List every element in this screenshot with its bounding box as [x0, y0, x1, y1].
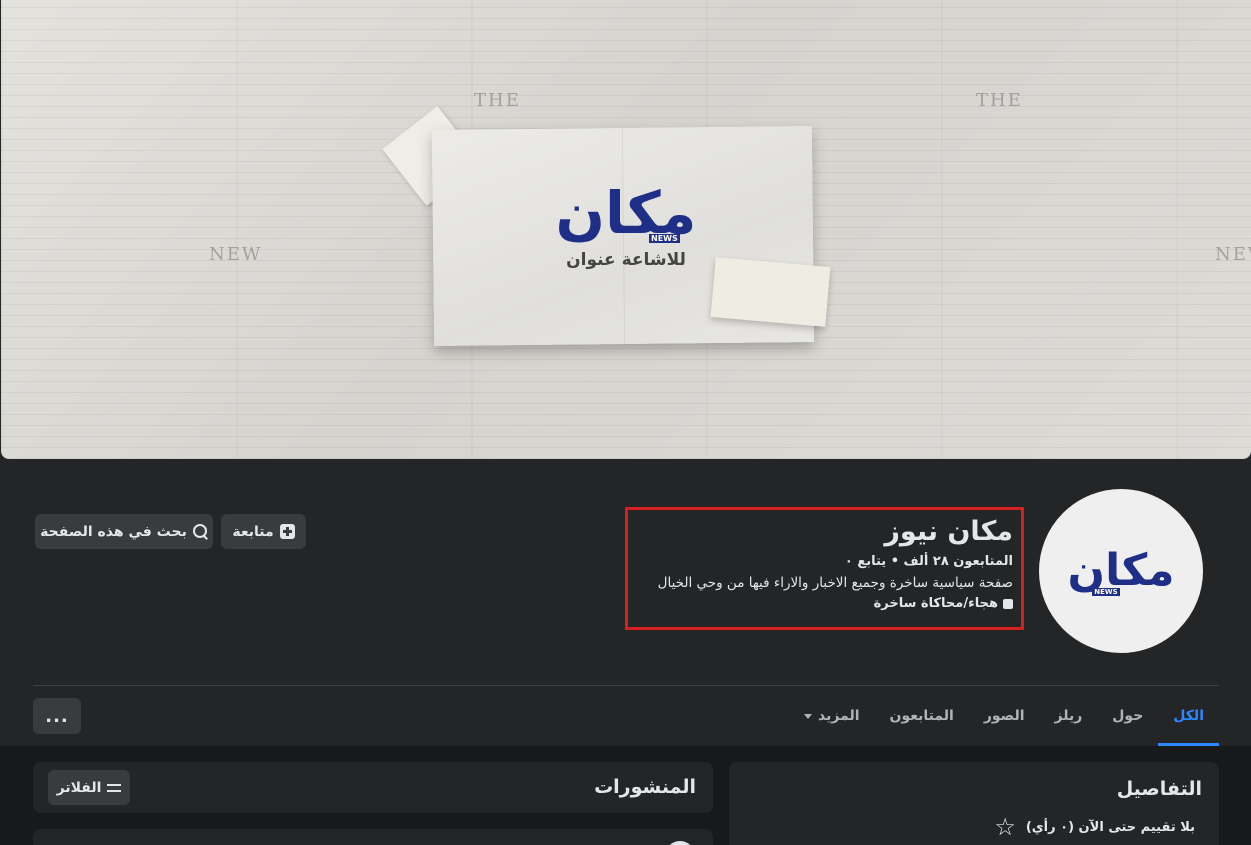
tab-label: المزيد [818, 708, 860, 724]
post-author-avatar[interactable] [665, 841, 695, 845]
search-icon [192, 524, 208, 539]
tab-followers[interactable]: المتابعون [875, 686, 969, 746]
cover-logo-wordmark: مكان [555, 179, 699, 247]
cover-newsprint-text: NEW [209, 244, 263, 265]
tab-reels[interactable]: ريلز [1040, 686, 1098, 746]
tab-label: الكل [1173, 708, 1204, 724]
category-label: هجاء/محاكاة ساخرة [873, 596, 998, 611]
posts-header-card: المنشورات الفلاتر [33, 762, 713, 813]
more-options-button[interactable]: ... [33, 698, 81, 734]
star-icon: ☆ [994, 813, 1016, 841]
tab-photos[interactable]: الصور [969, 686, 1040, 746]
search-page-button[interactable]: بحث في هذه الصفحة [35, 514, 213, 549]
post-card [33, 829, 713, 845]
search-page-label: بحث في هذه الصفحة [40, 523, 187, 540]
details-card: التفاصيل ☆ بلا تقييم حتى الآن (٠ رأي) [729, 762, 1219, 845]
rating-text: بلا تقييم حتى الآن (٠ رأي) [1025, 819, 1195, 835]
posts-title: المنشورات [594, 776, 696, 798]
filters-button[interactable]: الفلاتر [48, 770, 130, 805]
category-icon [1003, 598, 1013, 609]
tab-label: الصور [983, 708, 1025, 724]
page-tabs: الكل حول ريلز الصور المتابعون المزيد [789, 686, 1219, 746]
filters-icon [107, 783, 122, 793]
cover-newsprint-text: THE [976, 90, 1023, 111]
cover-photo[interactable]: THE NEW THE NEW مكان NEWS للاشاعة عنوان [1, 0, 1251, 459]
followers-count[interactable]: المتابعون ٢٨ ألف • يتابع ٠ [636, 554, 1013, 569]
page-category: هجاء/محاكاة ساخرة [636, 596, 1013, 611]
cover-newsprint-text: THE [474, 90, 521, 111]
tab-all[interactable]: الكل [1158, 686, 1219, 746]
profile-info-highlight: مكان نيوز المتابعون ٢٨ ألف • يتابع ٠ صفح… [625, 507, 1024, 630]
tab-label: حول [1112, 708, 1144, 724]
avatar-logo-news-tag: NEWS [1092, 588, 1120, 596]
chevron-down-icon [804, 713, 813, 719]
page-description: صفحة سياسية ساخرة وجميع الاخبار والاراء … [657, 575, 1013, 591]
cover-logo-news-tag: NEWS [649, 234, 680, 243]
tab-about[interactable]: حول [1097, 686, 1158, 746]
follow-button-label: متابعة [232, 523, 274, 540]
avatar-logo-wordmark: مكان [1067, 545, 1177, 596]
more-options-icon: ... [45, 705, 69, 727]
follow-plus-icon [279, 524, 295, 539]
filters-label: الفلاتر [56, 779, 102, 796]
cover-newsprint-text: NEW [1215, 244, 1251, 265]
page-title[interactable]: مكان نيوز [636, 514, 1013, 550]
tab-label: المتابعون [889, 708, 954, 724]
tab-more[interactable]: المزيد [789, 686, 875, 746]
details-title: التفاصيل [1116, 778, 1202, 800]
cover-tagline: للاشاعة عنوان [566, 250, 686, 270]
follow-button[interactable]: متابعة [221, 514, 306, 549]
tab-label: ريلز [1054, 708, 1083, 724]
page-avatar[interactable]: مكان NEWS [1036, 486, 1206, 656]
cover-logo: مكان NEWS للاشاعة عنوان [501, 180, 751, 290]
rating-row[interactable]: ☆ بلا تقييم حتى الآن (٠ رأي) [994, 815, 1195, 839]
